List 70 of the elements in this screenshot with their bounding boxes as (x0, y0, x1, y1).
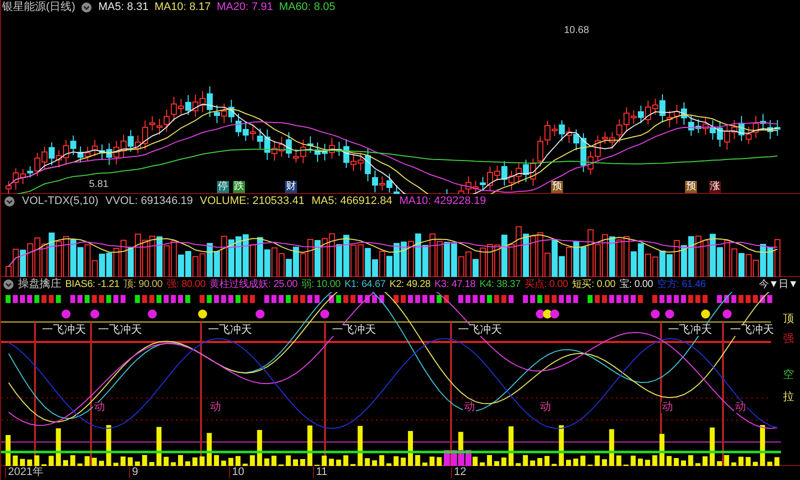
signal-dot (198, 310, 208, 318)
signal-dot (550, 310, 560, 318)
chart-title: 银星能源(日线) (2, 2, 76, 12)
period-menu[interactable]: 今▼日▼ (759, 280, 798, 290)
event-tag: 预 (551, 181, 563, 193)
signal-dot (256, 310, 265, 318)
price-label: 10.68 (564, 26, 590, 36)
signal-dot (665, 310, 674, 318)
indicator-reading: BIAS6: -1.21 (65, 280, 120, 290)
signal-label: 动 (734, 402, 747, 413)
pattern-label: 一飞冲天 (41, 325, 87, 336)
indicator-reading: 强: 80.00 (166, 280, 206, 290)
dropdown-icon[interactable] (4, 196, 15, 207)
volume-reading: MA5: 466912.84 (311, 196, 392, 207)
signal-dot (650, 310, 660, 318)
pattern-label: 一飞冲天 (729, 325, 775, 336)
price-label: 5.81 (89, 180, 108, 190)
signal-label: 动 (93, 402, 106, 413)
indicator-reading: K2: 49.28 (389, 280, 430, 290)
dropdown-icon[interactable] (3, 279, 14, 290)
level-label: 强 (783, 334, 794, 345)
level-label: 空 (783, 370, 794, 381)
time-axis-label: 9 (129, 467, 138, 478)
signal-dot (62, 310, 71, 318)
indicator-reading: 空方: 61.46 (656, 280, 706, 290)
event-tag: 涨 (709, 181, 721, 193)
indicator-reading: 短买: 0.00 (572, 280, 616, 290)
level-label: 拉 (783, 392, 794, 403)
signal-dot (320, 310, 330, 318)
time-axis-label: 11 (313, 467, 328, 478)
ma-reading: MA60: 8.05 (279, 2, 336, 12)
time-axis-label: 12 (451, 467, 466, 478)
ma-reading: MA10: 8.17 (154, 2, 211, 12)
indicator-reading: K4: 38.37 (480, 280, 521, 290)
signal-label: 动 (463, 402, 476, 413)
signal-dot (148, 310, 157, 318)
time-axis-label: 2021年 (5, 467, 44, 478)
signal-label: 动 (209, 402, 222, 413)
signal-dot (90, 310, 100, 318)
volume-reading: VVOL: 691346.19 (105, 196, 193, 207)
indicator-reading: K1: 64.67 (344, 280, 386, 290)
signal-dot (722, 310, 732, 318)
indicator-reading: 黄柱过线成妖: 25.00 (209, 280, 298, 290)
event-tag: 停 (217, 181, 229, 193)
event-tag: 跌 (233, 181, 245, 193)
pattern-label: 一飞冲天 (331, 325, 377, 336)
indicator-reading: K3: 47.18 (434, 280, 476, 290)
level-label: 顶 (783, 314, 794, 325)
ma-reading: MA5: 8.31 (98, 2, 148, 12)
indicator-reading: 顶: 90.00 (124, 280, 162, 290)
signal-label: 动 (661, 402, 674, 413)
pattern-label: 一飞冲天 (207, 325, 253, 336)
volume-reading: VOLUME: 210533.41 (200, 196, 304, 207)
signal-dot (701, 310, 710, 318)
volume-reading: VOL-TDX(5,10) (22, 196, 98, 207)
event-tag: 财 (285, 181, 297, 193)
event-tag: 预 (685, 181, 697, 193)
indicator-reading: 买点: 0.00 (524, 280, 568, 290)
signal-dot (542, 310, 552, 318)
time-axis-label: 10 (229, 467, 244, 478)
indicator-reading: 弱: 10.00 (301, 280, 340, 290)
volume-reading: MA10: 429228.19 (399, 196, 486, 207)
pattern-label: 一飞冲天 (667, 325, 713, 336)
dropdown-icon[interactable] (81, 2, 92, 12)
pattern-label: 一飞冲天 (457, 325, 503, 336)
indicator-reading: 宝: 0.00 (619, 280, 653, 290)
indicator-title: 操盘擒庄 (18, 279, 62, 290)
signal-label: 动 (539, 402, 552, 413)
pattern-label: 一飞冲天 (97, 325, 143, 336)
ma-reading: MA20: 7.91 (216, 2, 273, 12)
